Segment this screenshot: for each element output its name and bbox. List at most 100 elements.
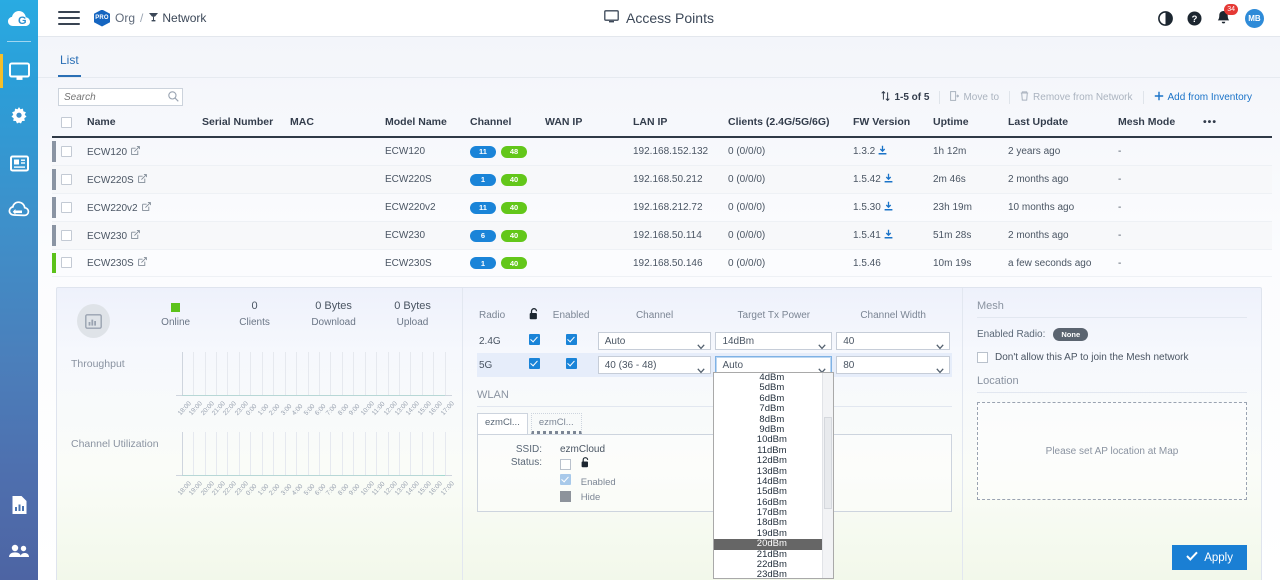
- radio-tx-power-cell[interactable]: 14dBm: [713, 329, 834, 353]
- radio-channel-cell[interactable]: 40 (36 - 48): [596, 353, 714, 377]
- sidebar-item-users[interactable]: [0, 528, 38, 574]
- col-uptime[interactable]: Uptime: [929, 112, 1004, 137]
- firmware-upgrade-icon[interactable]: [878, 147, 887, 158]
- sidebar-item-monitor[interactable]: [0, 48, 38, 94]
- bell-icon[interactable]: 34: [1216, 10, 1231, 26]
- pagination-control[interactable]: 1-5 of 5: [871, 91, 939, 104]
- mesh-dont-allow-checkbox[interactable]: [977, 352, 988, 363]
- unlock-icon[interactable]: [522, 306, 547, 329]
- wlan-enabled-checkbox[interactable]: [560, 474, 571, 485]
- col-mesh-mode[interactable]: Mesh Mode: [1114, 112, 1199, 137]
- tx-power-option-8[interactable]: 12dBm: [714, 456, 822, 466]
- contrast-icon[interactable]: [1158, 11, 1173, 26]
- firmware-upgrade-icon[interactable]: [884, 203, 893, 214]
- avatar[interactable]: MB: [1245, 9, 1264, 28]
- row-checkbox[interactable]: [61, 174, 72, 185]
- radio-row-2-4G[interactable]: 2.4GAuto14dBm40: [477, 329, 952, 353]
- radio-lock-cell[interactable]: [522, 353, 547, 377]
- firmware-upgrade-icon[interactable]: [884, 231, 893, 242]
- table-row[interactable]: ECW230SECW230S140192.168.50.1460 (0/0/0)…: [52, 250, 1272, 277]
- edit-icon[interactable]: [138, 258, 147, 269]
- sidebar-item-settings[interactable]: [0, 94, 38, 140]
- firmware-upgrade-icon[interactable]: [884, 175, 893, 186]
- col-model-name[interactable]: Model Name: [381, 112, 466, 137]
- edit-icon[interactable]: [138, 175, 147, 186]
- col-lan-ip[interactable]: LAN IP: [629, 112, 724, 137]
- select-all-checkbox[interactable]: [61, 117, 72, 128]
- row-checkbox[interactable]: [61, 146, 72, 157]
- wlan-tab-0[interactable]: ezmCl...: [477, 413, 528, 434]
- cell-name[interactable]: ECW220S: [83, 166, 198, 194]
- move-to-button[interactable]: Move to: [939, 91, 1009, 104]
- ellipsis-icon[interactable]: •••: [1199, 112, 1272, 137]
- wlan-enabled-label: Enabled: [581, 477, 616, 488]
- edit-icon[interactable]: [131, 231, 140, 242]
- col-mac[interactable]: MAC: [286, 112, 381, 137]
- cell-name[interactable]: ECW230: [83, 222, 198, 250]
- row-checkbox[interactable]: [61, 202, 72, 213]
- radio-enabled-cell[interactable]: [547, 329, 596, 353]
- radio-lock-cell[interactable]: [522, 329, 547, 353]
- add-from-inventory-button[interactable]: Add from Inventory: [1143, 91, 1262, 104]
- table-row[interactable]: ECW220v2ECW220v21140192.168.212.720 (0/0…: [52, 194, 1272, 222]
- sidebar-item-reports[interactable]: [0, 140, 38, 186]
- wlan-hide-checkbox[interactable]: [560, 491, 571, 502]
- table-row[interactable]: ECW220SECW220S140192.168.50.2120 (0/0/0)…: [52, 166, 1272, 194]
- tx-power-option-3[interactable]: 7dBm: [714, 404, 822, 414]
- remove-from-network-button[interactable]: Remove from Network: [1009, 91, 1142, 104]
- col-last-update[interactable]: Last Update: [1004, 112, 1114, 137]
- kpi-clients-value: 0: [215, 300, 294, 314]
- col-serial-number[interactable]: Serial Number: [198, 112, 286, 137]
- table-row[interactable]: ECW120ECW1201148192.168.152.1320 (0/0/0)…: [52, 137, 1272, 166]
- apply-button[interactable]: Apply: [1172, 545, 1247, 570]
- table-row[interactable]: ECW230ECW230640192.168.50.1140 (0/0/0)1.…: [52, 222, 1272, 250]
- row-select-cell[interactable]: [57, 194, 83, 222]
- sidebar-item-statistics[interactable]: [0, 482, 38, 528]
- radio-tx-power-cell[interactable]: Auto4dBm5dBm6dBm7dBm8dBm9dBm10dBm11dBm12…: [713, 353, 834, 377]
- wlan-tab-1[interactable]: ezmCl...: [531, 413, 582, 434]
- help-icon[interactable]: ?: [1187, 11, 1202, 26]
- dropdown-scroll-thumb[interactable]: [824, 417, 832, 509]
- wlan-status-checkbox[interactable]: [560, 459, 571, 470]
- channel-width-select[interactable]: 80: [836, 356, 950, 374]
- radio-row-5G[interactable]: 5G40 (36 - 48)Auto4dBm5dBm6dBm7dBm8dBm9d…: [477, 353, 952, 377]
- row-select-cell[interactable]: [57, 137, 83, 166]
- row-select-cell[interactable]: [57, 222, 83, 250]
- radio-lock-checkbox[interactable]: [529, 334, 540, 345]
- row-checkbox[interactable]: [61, 257, 72, 268]
- row-checkbox[interactable]: [61, 230, 72, 241]
- edit-icon[interactable]: [142, 203, 151, 214]
- cell-name[interactable]: ECW120: [83, 137, 198, 166]
- channel-select[interactable]: 40 (36 - 48): [598, 356, 712, 374]
- page-title-text: Access Points: [626, 10, 714, 26]
- radio-channel-cell[interactable]: Auto: [596, 329, 714, 353]
- col-wan-ip[interactable]: WAN IP: [541, 112, 629, 137]
- search-icon[interactable]: [168, 91, 179, 105]
- cell-name[interactable]: ECW220v2: [83, 194, 198, 222]
- row-select-cell[interactable]: [57, 250, 83, 277]
- col-channel[interactable]: Channel: [466, 112, 541, 137]
- radio-lock-checkbox[interactable]: [529, 358, 540, 369]
- radio-enabled-cell[interactable]: [547, 353, 596, 377]
- col-fw-version[interactable]: FW Version: [849, 112, 929, 137]
- tx-power-option-19[interactable]: 23dBm: [714, 570, 822, 579]
- sidebar-item-cloud[interactable]: [0, 186, 38, 232]
- col-clients[interactable]: Clients (2.4G/5G/6G): [724, 112, 849, 137]
- channel-select[interactable]: Auto: [598, 332, 712, 350]
- radio-enabled-checkbox[interactable]: [566, 334, 577, 345]
- edit-icon[interactable]: [131, 147, 140, 158]
- cell-name[interactable]: ECW230S: [83, 250, 198, 277]
- col-name[interactable]: Name: [83, 112, 198, 137]
- tx-power-select[interactable]: 14dBm: [715, 332, 832, 350]
- dropdown-scrollbar[interactable]: [822, 373, 833, 578]
- radio-enabled-checkbox[interactable]: [566, 358, 577, 369]
- app-logo[interactable]: G: [0, 0, 38, 40]
- search-input[interactable]: [58, 88, 183, 106]
- radio-channel-width-cell[interactable]: 40: [834, 329, 952, 353]
- channel-width-select[interactable]: 40: [836, 332, 950, 350]
- channel-badge-5g: 48: [501, 146, 527, 158]
- location-map-placeholder[interactable]: Please set AP location at Map: [977, 402, 1247, 500]
- tab-list[interactable]: List: [58, 53, 81, 77]
- radio-channel-width-cell[interactable]: 80: [834, 353, 952, 377]
- row-select-cell[interactable]: [57, 166, 83, 194]
